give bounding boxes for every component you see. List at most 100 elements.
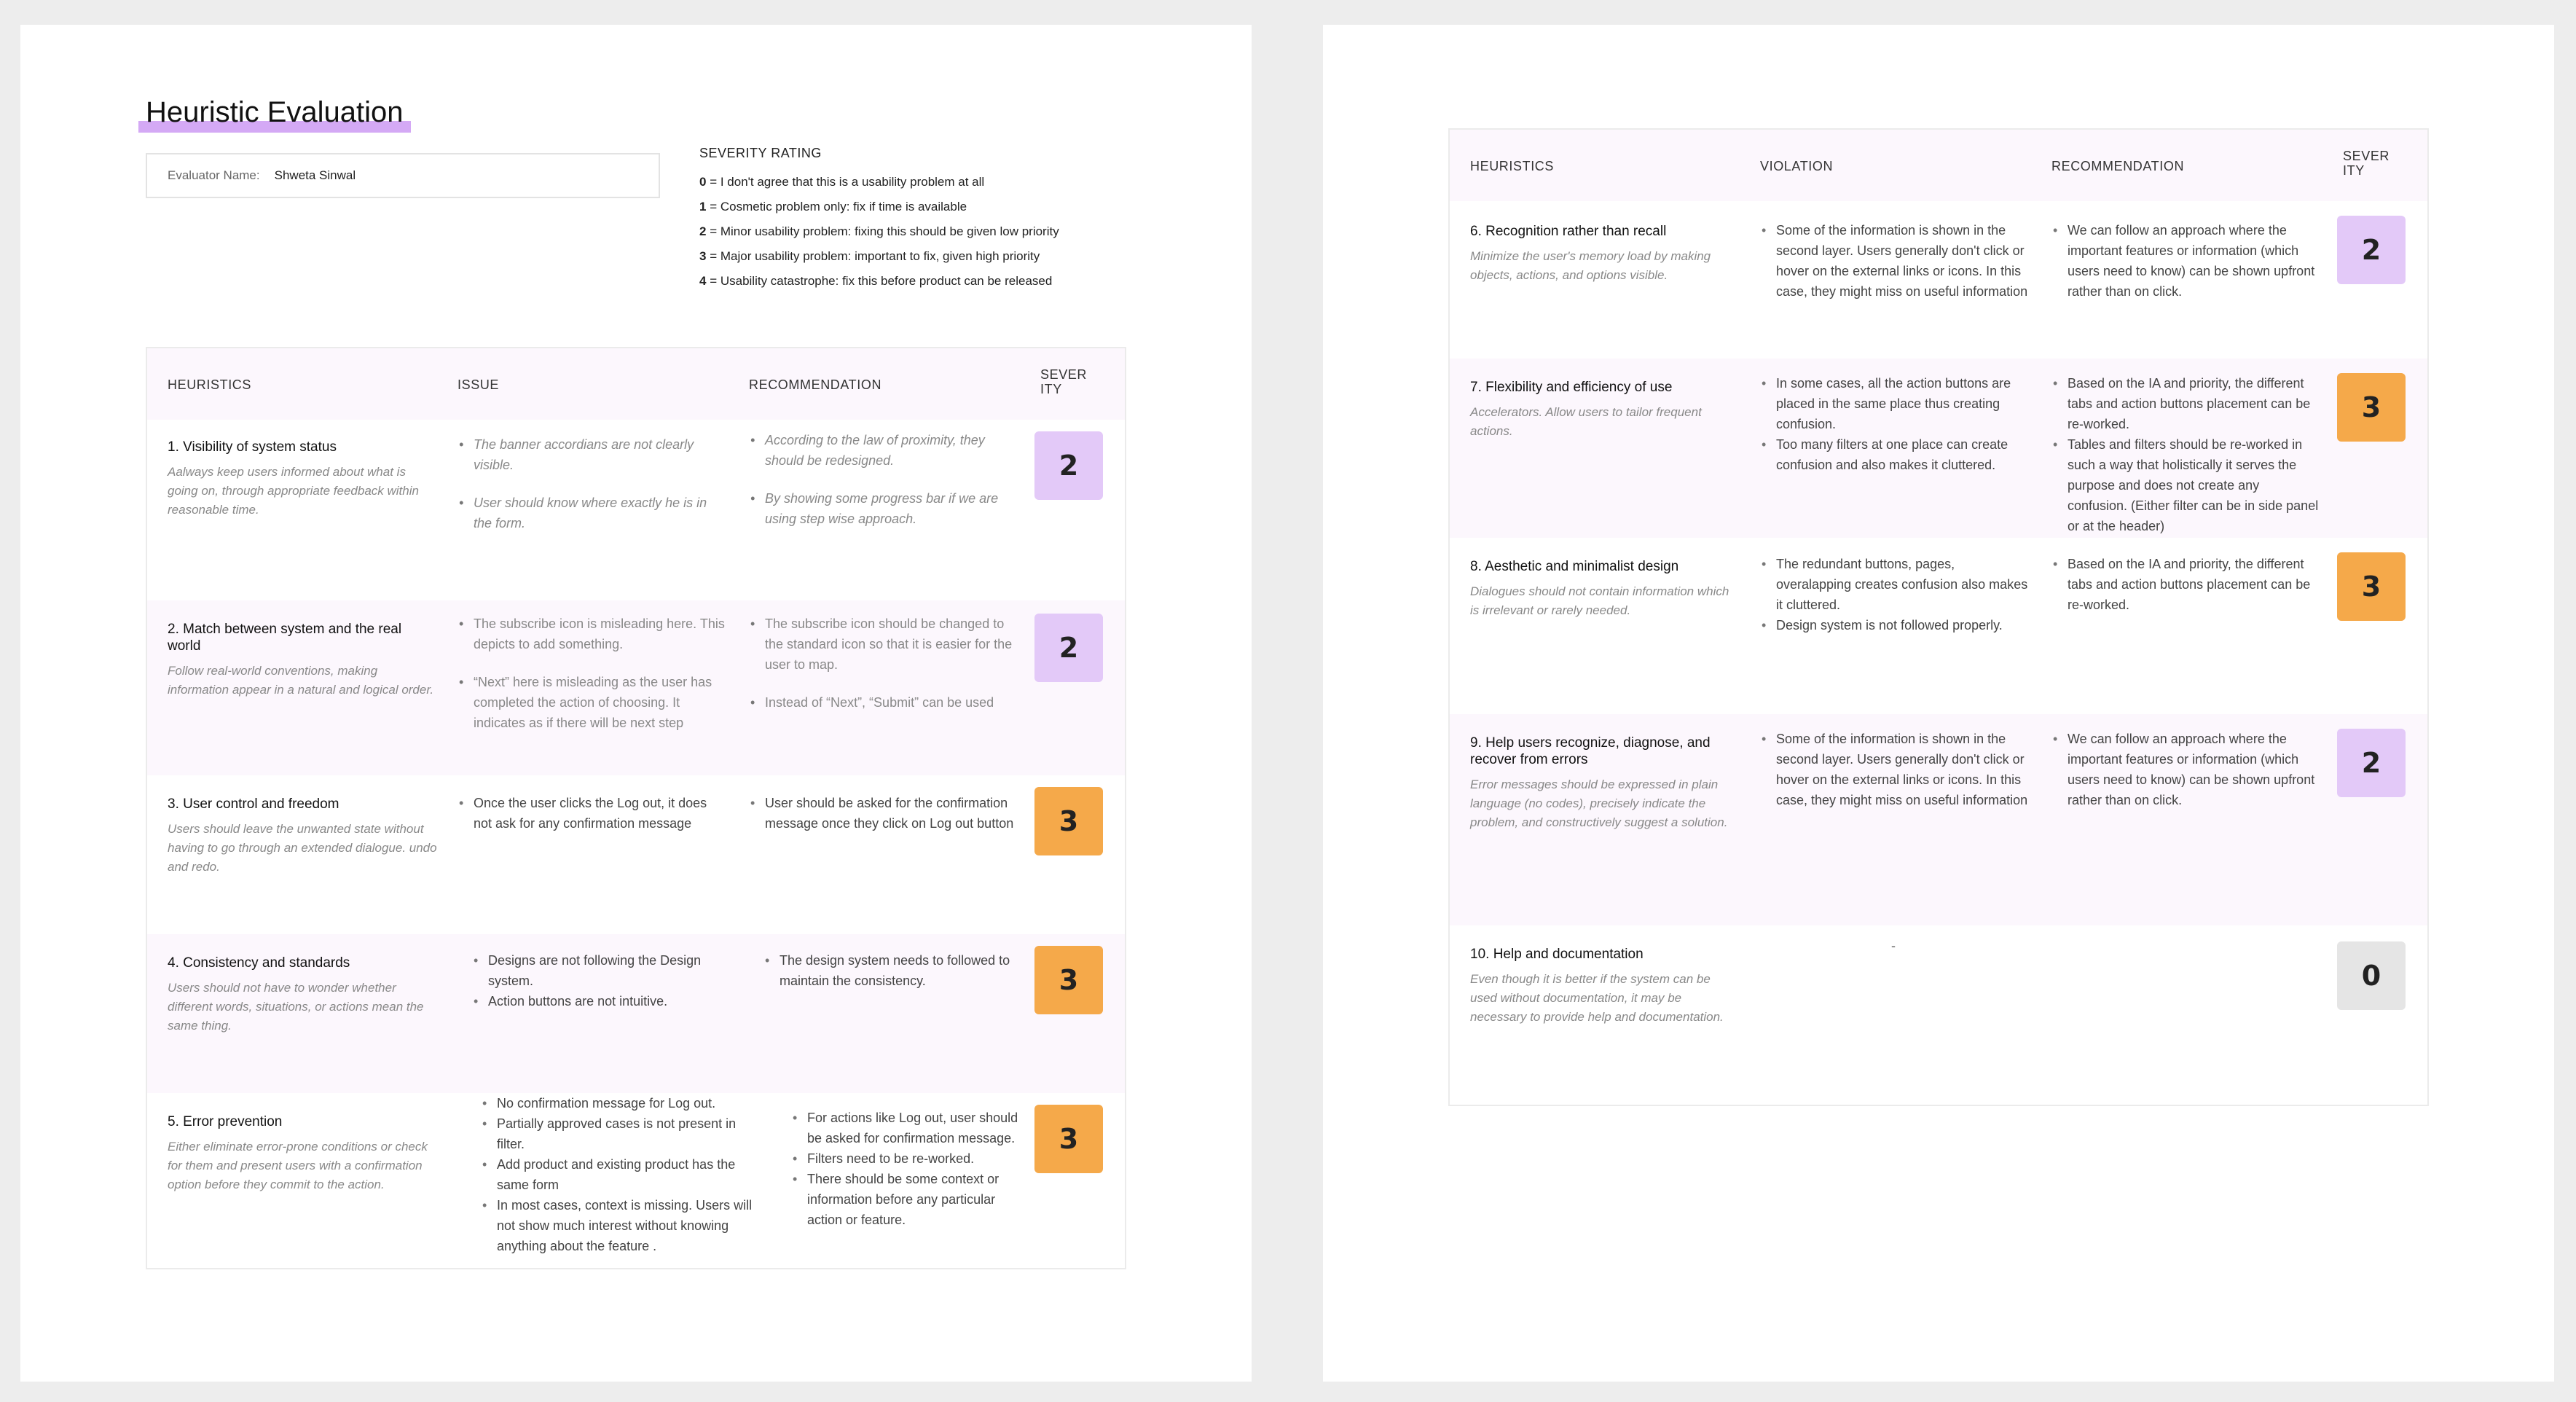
page-title-text: Heuristic Evaluation — [146, 96, 404, 128]
heuristic-title: 7. Flexibility and efficiency of use — [1470, 380, 1673, 395]
heuristic-title: 2. Match between system and the real wor… — [168, 622, 402, 654]
heuristic-cell: 5. Error prevention Either eliminate err… — [168, 1113, 437, 1194]
heuristic-description: Users should leave the unwanted state wi… — [168, 822, 437, 874]
severity-badge: 3 — [1034, 1105, 1103, 1173]
header-heuristics: HEURISTICS — [1470, 159, 1555, 173]
table-header: HEURISTICS VIOLATION RECOMMENDATION SEVE… — [1450, 130, 2427, 201]
severity-badge: 2 — [2337, 216, 2406, 284]
table-row: 10. Help and documentation Even though i… — [1450, 925, 2427, 1105]
severity-legend-item: 2 = Minor usability problem: fixing this… — [699, 219, 1180, 244]
recommendation-cell: According to the law of proximity, they … — [749, 430, 1018, 529]
severity-legend-title: SEVERITY RATING — [699, 146, 822, 160]
header-severity: SEVER ITY — [1040, 367, 1087, 396]
heuristic-cell: 4. Consistency and standards Users shoul… — [168, 955, 437, 1035]
header-severity-line1: SEVER — [1040, 367, 1088, 382]
recommendation-cell: For actions like Log out, user should be… — [791, 1108, 1032, 1230]
violation-cell: In some cases, all the action buttons ar… — [1760, 373, 2030, 475]
recommendation-item: Tables and filters should be re-worked i… — [2051, 434, 2321, 536]
issue-cell: Designs are not following the Design sys… — [472, 950, 734, 1011]
severity-badge: 3 — [2337, 552, 2406, 621]
recommendation-cell: Based on the IA and priority, the differ… — [2051, 554, 2321, 615]
heuristic-title: 8. Aesthetic and minimalist design — [1470, 559, 1679, 574]
heuristic-description: Users should not have to wonder whether … — [168, 981, 424, 1033]
heuristics-table-left: HEURISTICS ISSUE RECOMMENDATION SEVER ITY… — [146, 347, 1126, 1269]
recommendation-item: There should be some context or informat… — [791, 1169, 1032, 1230]
header-issue: ISSUE — [458, 377, 500, 392]
violation-item: Some of the information is shown in the … — [1760, 729, 2030, 810]
violation-cell: The redundant buttons, pages, overalappi… — [1760, 554, 2030, 635]
recommendation-item: Instead of “Next”, “Submit” can be used — [749, 692, 1018, 713]
heuristic-title: 9. Help users recognize, diagnose, and r… — [1470, 735, 1711, 767]
heuristic-title: 1. Visibility of system status — [168, 439, 337, 455]
violation-cell: Some of the information is shown in the … — [1760, 220, 2030, 302]
recommendation-item: The subscribe icon should be changed to … — [749, 614, 1018, 675]
issue-item: Once the user clicks the Log out, it doe… — [458, 793, 727, 834]
recommendation-cell: The subscribe icon should be changed to … — [749, 614, 1018, 713]
heuristic-cell: 10. Help and documentation Even though i… — [1470, 946, 1740, 1027]
issue-item: Add product and existing product has the… — [481, 1154, 758, 1195]
issue-item: The subscribe icon is misleading here. T… — [458, 614, 727, 654]
recommendation-item: According to the law of proximity, they … — [749, 430, 1018, 471]
recommendation-cell: We can follow an approach where the impo… — [2051, 220, 2321, 302]
heuristic-cell: 1. Visibility of system status Aalways k… — [168, 439, 437, 520]
severity-badge: 0 — [2337, 941, 2406, 1010]
header-severity: SEVER ITY — [2343, 149, 2390, 178]
table-row: 4. Consistency and standards Users shoul… — [147, 934, 1125, 1093]
issue-item: Partially approved cases is not present … — [481, 1113, 758, 1154]
heuristics-table-right: HEURISTICS VIOLATION RECOMMENDATION SEVE… — [1448, 128, 2429, 1106]
table-row: 2. Match between system and the real wor… — [147, 600, 1125, 775]
violation-item: Too many filters at one place can create… — [1760, 434, 2030, 475]
violation-cell: Some of the information is shown in the … — [1760, 729, 2030, 810]
severity-legend-item: 4 = Usability catastrophe: fix this befo… — [699, 269, 1180, 294]
recommendation-item: By showing some progress bar if we are u… — [749, 488, 1018, 529]
severity-badge: 2 — [1034, 614, 1103, 682]
severity-legend-item: 1 = Cosmetic problem only: fix if time i… — [699, 195, 1180, 219]
recommendation-cell: Based on the IA and priority, the differ… — [2051, 373, 2321, 536]
empty-violation-dash: - — [1891, 939, 1896, 953]
violation-item: Some of the information is shown in the … — [1760, 220, 2030, 302]
issue-item: The banner accordians are not clearly vi… — [458, 434, 727, 475]
severity-badge: 3 — [1034, 946, 1103, 1014]
issue-item: Designs are not following the Design sys… — [472, 950, 734, 991]
severity-legend-item: 3 = Major usability problem: important t… — [699, 244, 1180, 269]
heuristic-description: Even though it is better if the system c… — [1470, 972, 1724, 1024]
severity-desc: = Usability catastrophe: fix this before… — [706, 274, 1053, 288]
header-violation: VIOLATION — [1760, 159, 1834, 173]
issue-cell: No confirmation message for Log out.Part… — [481, 1093, 758, 1256]
heuristic-description: Either eliminate error-prone conditions … — [168, 1140, 428, 1191]
severity-badge: 2 — [2337, 729, 2406, 797]
severity-desc: = Cosmetic problem only: fix if time is … — [706, 200, 967, 214]
table-row: 6. Recognition rather than recall Minimi… — [1450, 201, 2427, 359]
header-severity-line1: SEVER — [2343, 149, 2390, 163]
page-right: HEURISTICS VIOLATION RECOMMENDATION SEVE… — [1323, 25, 2554, 1382]
evaluator-name-field[interactable]: Evaluator Name: Shweta Sinwal — [146, 153, 660, 198]
violation-item: Design system is not followed properly. — [1760, 615, 2030, 635]
heuristic-cell: 3. User control and freedom Users should… — [168, 796, 437, 877]
heuristic-title: 3. User control and freedom — [168, 796, 339, 812]
evaluator-name-value: Shweta Sinwal — [274, 168, 356, 182]
heuristic-title: 6. Recognition rather than recall — [1470, 224, 1667, 239]
issue-item: No confirmation message for Log out. — [481, 1093, 758, 1113]
evaluator-name-label: Evaluator Name: — [168, 168, 260, 182]
issue-cell: The subscribe icon is misleading here. T… — [458, 614, 727, 733]
severity-desc: = Major usability problem: important to … — [706, 249, 1040, 263]
heuristic-description: Error messages should be expressed in pl… — [1470, 778, 1728, 829]
recommendation-item: We can follow an approach where the impo… — [2051, 729, 2321, 810]
violation-item: The redundant buttons, pages, overalappi… — [1760, 554, 2030, 615]
issue-item: Action buttons are not intuitive. — [472, 991, 734, 1011]
severity-desc: = I don't agree that this is a usability… — [706, 175, 985, 189]
heuristic-description: Accelerators. Allow users to tailor freq… — [1470, 405, 1702, 438]
heuristic-cell: 9. Help users recognize, diagnose, and r… — [1470, 735, 1740, 832]
heuristic-cell: 7. Flexibility and efficiency of use Acc… — [1470, 379, 1740, 441]
table-row: 3. User control and freedom Users should… — [147, 775, 1125, 934]
header-heuristics: HEURISTICS — [168, 377, 252, 392]
header-severity-line2: ITY — [1040, 382, 1062, 396]
issue-cell: Once the user clicks the Log out, it doe… — [458, 793, 727, 834]
recommendation-item: Based on the IA and priority, the differ… — [2051, 554, 2321, 615]
recommendation-item: User should be asked for the confirmatio… — [749, 793, 1018, 834]
heuristic-description: Dialogues should not contain information… — [1470, 584, 1729, 617]
heuristic-cell: 6. Recognition rather than recall Minimi… — [1470, 223, 1740, 285]
heuristic-title: 10. Help and documentation — [1470, 947, 1644, 962]
severity-desc: = Minor usability problem: fixing this s… — [706, 224, 1059, 238]
violation-item: In some cases, all the action buttons ar… — [1760, 373, 2030, 434]
